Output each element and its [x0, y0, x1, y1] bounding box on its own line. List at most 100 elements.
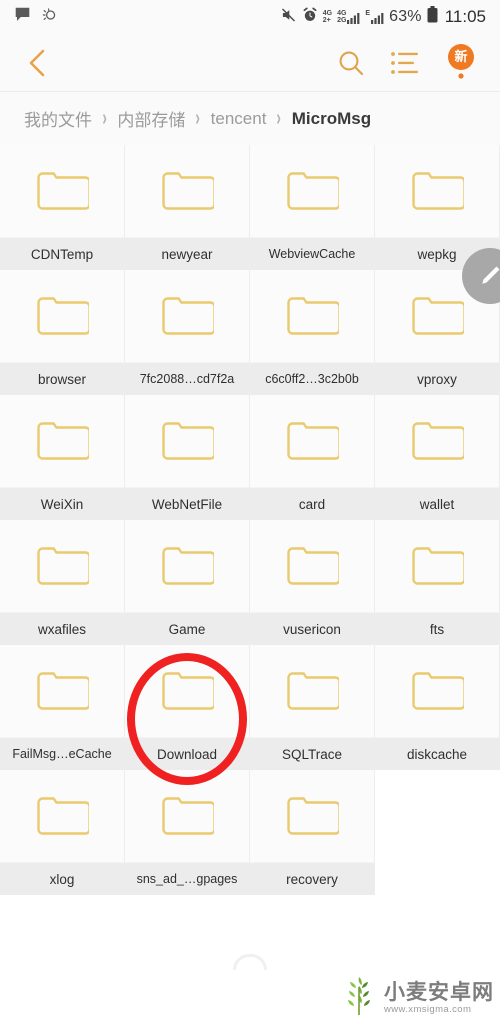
folder-icon	[250, 145, 374, 237]
folder-icon	[375, 395, 499, 487]
mute-icon	[280, 7, 297, 28]
folder-icon	[0, 520, 124, 612]
folder-label: newyear	[125, 237, 249, 270]
wheat-logo-icon	[339, 975, 379, 1022]
alarm-icon	[302, 7, 318, 28]
folder-label: card	[250, 487, 374, 520]
folder-cell[interactable]: fts	[375, 520, 500, 645]
folder-icon	[125, 270, 249, 362]
folder-cell[interactable]: recovery	[250, 770, 375, 895]
folder-label: WebviewCache	[250, 237, 374, 270]
signal-bars-icon-b	[371, 13, 384, 24]
list-view-icon[interactable]	[390, 50, 420, 76]
folder-label: Game	[125, 612, 249, 645]
signal-indicator-1: 4G 2+	[323, 10, 332, 24]
folder-label: c6c0ff2…3c2b0b	[250, 362, 374, 395]
folder-cell[interactable]: WeiXin	[0, 395, 125, 520]
folder-cell[interactable]: diskcache	[375, 645, 500, 770]
folder-cell[interactable]: sns_ad_…gpages	[125, 770, 250, 895]
folder-icon	[125, 395, 249, 487]
status-bar-right-icons: 4G 2+ 4G 2G E 63% 11:05	[280, 6, 486, 28]
folder-label: diskcache	[375, 737, 499, 770]
folder-label: fts	[375, 612, 499, 645]
folder-label: WebNetFile	[125, 487, 249, 520]
home-indicator	[233, 954, 267, 970]
new-badge-label: 新	[454, 48, 468, 64]
breadcrumb-item-0[interactable]: 我的文件	[24, 106, 92, 131]
folder-icon	[250, 770, 374, 862]
folder-cell[interactable]: browser	[0, 270, 125, 395]
folder-cell[interactable]: xlog	[0, 770, 125, 895]
folder-icon	[125, 770, 249, 862]
folder-icon	[375, 645, 499, 737]
folder-cell[interactable]: newyear	[125, 145, 250, 270]
message-icon	[14, 6, 31, 28]
folder-label: FailMsg…eCache	[0, 737, 124, 770]
folder-label: CDNTemp	[0, 237, 124, 270]
navigation-bar: 新	[0, 34, 500, 92]
folder-cell[interactable]: Game	[125, 520, 250, 645]
folder-cell[interactable]: wallet	[375, 395, 500, 520]
folder-icon	[125, 145, 249, 237]
folder-cell[interactable]: c6c0ff2…3c2b0b	[250, 270, 375, 395]
folder-label: WeiXin	[0, 487, 124, 520]
folder-icon	[125, 645, 249, 737]
signal-2-sub: 2G	[337, 17, 347, 24]
breadcrumb-item-1[interactable]: 内部存储	[117, 106, 185, 131]
status-bar-clock: 11:05	[444, 7, 486, 26]
folder-cell[interactable]: Download	[125, 645, 250, 770]
signal-3-label: E	[365, 10, 371, 17]
folder-icon	[0, 270, 124, 362]
battery-percent: 63%	[389, 8, 422, 25]
folder-label: vusericon	[250, 612, 374, 645]
status-bar-left-icons	[14, 6, 58, 28]
new-badge-icon[interactable]: 新	[444, 43, 478, 83]
folder-label: wallet	[375, 487, 499, 520]
search-icon[interactable]	[336, 48, 366, 78]
folder-label: vproxy	[375, 362, 499, 395]
folder-icon	[375, 145, 499, 237]
folder-cell[interactable]: FailMsg…eCache	[0, 645, 125, 770]
folder-label: wxafiles	[0, 612, 124, 645]
folder-icon	[0, 395, 124, 487]
folder-icon	[250, 520, 374, 612]
folder-label: recovery	[250, 862, 374, 895]
watermark-url: www.xmsigma.com	[384, 1003, 472, 1015]
battery-icon	[427, 6, 438, 28]
watermark: 小麦安卓网 www.xmsigma.com	[339, 975, 494, 1022]
signal-1-sub: 2+	[322, 17, 331, 24]
signal-indicator-3: E	[365, 10, 384, 24]
folder-cell[interactable]: WebviewCache	[250, 145, 375, 270]
folder-icon	[125, 520, 249, 612]
signal-bars-icon-a	[347, 13, 360, 24]
folder-label: sns_ad_…gpages	[125, 862, 249, 895]
folder-label: browser	[0, 362, 124, 395]
folder-cell[interactable]: CDNTemp	[0, 145, 125, 270]
folder-cell[interactable]: vusericon	[250, 520, 375, 645]
folder-icon	[250, 395, 374, 487]
folder-icon	[375, 520, 499, 612]
weather-icon	[40, 7, 58, 28]
watermark-text: 小麦安卓网 www.xmsigma.com	[384, 982, 494, 1014]
folder-label: SQLTrace	[250, 737, 374, 770]
folder-cell[interactable]: SQLTrace	[250, 645, 375, 770]
folder-icon	[250, 270, 374, 362]
breadcrumb-separator-2: ›	[276, 105, 282, 131]
footer-area: 小麦安卓网 www.xmsigma.com	[0, 898, 500, 1028]
status-bar: 4G 2+ 4G 2G E 63% 11:05	[0, 0, 500, 34]
folder-grid: CDNTemp newyear WebviewCache wepkg browser 7f…	[0, 145, 500, 895]
navigation-actions: 新	[336, 43, 478, 83]
breadcrumb: 我的文件 › 内部存储 › tencent › MicroMsg	[0, 92, 500, 145]
watermark-title: 小麦安卓网	[384, 981, 494, 1005]
folder-cell[interactable]: wxafiles	[0, 520, 125, 645]
file-manager-screen: 4G 2+ 4G 2G E 63% 11:05 新 我的文件 › 内部存储 › …	[0, 0, 500, 1028]
breadcrumb-item-3[interactable]: MicroMsg	[292, 109, 371, 129]
breadcrumb-separator-0: ›	[102, 105, 107, 131]
back-chevron-icon[interactable]	[26, 48, 48, 78]
folder-cell[interactable]: 7fc2088…cd7f2a	[125, 270, 250, 395]
breadcrumb-item-2[interactable]: tencent	[211, 109, 267, 129]
folder-icon	[0, 645, 124, 737]
folder-label: Download	[125, 737, 249, 770]
folder-cell[interactable]: card	[250, 395, 375, 520]
folder-cell[interactable]: WebNetFile	[125, 395, 250, 520]
